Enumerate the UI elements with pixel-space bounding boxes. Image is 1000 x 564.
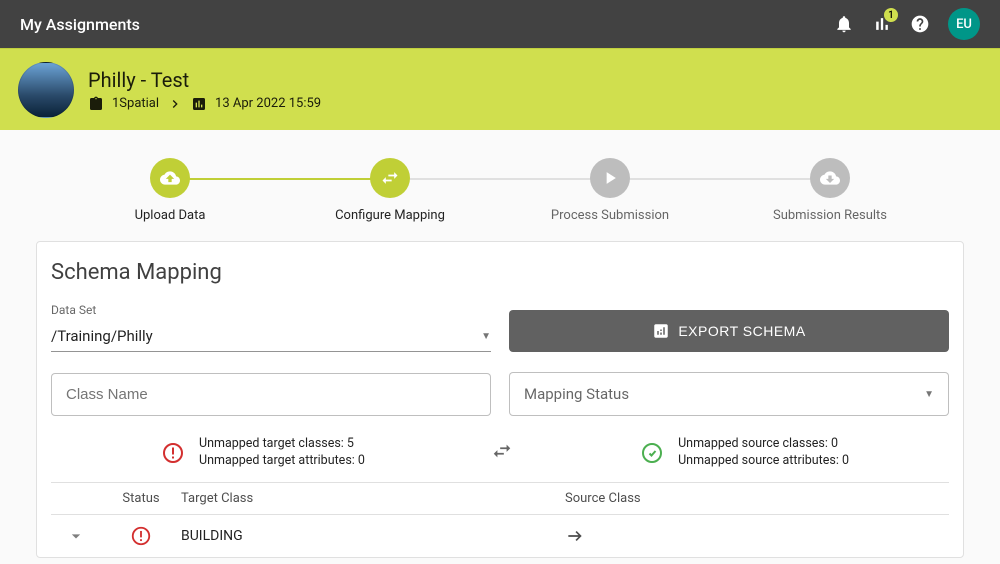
assignment-header: Philly - Test 1Spatial 13 Apr 2022 15:59 — [0, 48, 1000, 130]
col-target: Target Class — [181, 491, 565, 506]
swap-arrows-icon — [491, 440, 513, 466]
arrow-right-icon — [565, 526, 585, 546]
col-status: Status — [101, 491, 181, 506]
schema-mapping-card: Schema Mapping Data Set /Training/Philly… — [36, 241, 964, 558]
chevron-down-icon: ▼ — [924, 389, 934, 400]
assignment-avatar — [18, 62, 74, 118]
step-submission-results[interactable]: Submission Results — [720, 158, 940, 223]
export-icon — [652, 322, 670, 340]
check-circle-icon — [640, 441, 664, 465]
error-icon — [130, 525, 152, 547]
chevron-right-icon — [167, 96, 183, 112]
clipboard-icon — [88, 96, 104, 112]
table-header: Status Target Class Source Class — [51, 482, 949, 515]
toolbar-actions: 1 EU — [834, 8, 980, 40]
mapping-status-select[interactable]: Mapping Status ▼ — [509, 372, 949, 416]
assignment-meta: 1Spatial 13 Apr 2022 15:59 — [88, 96, 321, 112]
page-title: My Assignments — [20, 15, 834, 34]
expand-toggle[interactable] — [51, 526, 101, 546]
swap-icon — [380, 168, 400, 188]
help-icon[interactable] — [910, 14, 930, 34]
stepper: Upload Data Configure Mapping Process Su… — [0, 130, 1000, 241]
assignment-title: Philly - Test — [88, 68, 321, 92]
top-toolbar: My Assignments 1 EU — [0, 0, 1000, 48]
data-set-select[interactable]: /Training/Philly ▼ — [51, 321, 491, 352]
assignment-timestamp: 13 Apr 2022 15:59 — [215, 96, 321, 111]
step-upload-data[interactable]: Upload Data — [60, 158, 280, 223]
card-heading: Schema Mapping — [51, 260, 949, 285]
chart-badge: 1 — [884, 8, 898, 22]
mapping-summary: Unmapped target classes: 5 Unmapped targ… — [51, 436, 949, 470]
data-set-label: Data Set — [51, 303, 491, 317]
assignment-org: 1Spatial — [112, 96, 159, 111]
cloud-download-icon — [820, 168, 840, 188]
bell-icon[interactable] — [834, 14, 854, 34]
table-row[interactable]: BUILDING — [51, 515, 949, 557]
user-avatar[interactable]: EU — [948, 8, 980, 40]
step-process-submission[interactable]: Process Submission — [500, 158, 720, 223]
chevron-down-icon — [66, 526, 86, 546]
class-name-input[interactable] — [51, 373, 491, 416]
step-configure-mapping[interactable]: Configure Mapping — [280, 158, 500, 223]
col-source: Source Class — [565, 491, 949, 506]
error-icon — [161, 441, 185, 465]
row-target: BUILDING — [181, 528, 565, 544]
chart-icon[interactable]: 1 — [872, 14, 892, 34]
chart-small-icon — [191, 96, 207, 112]
export-schema-button[interactable]: EXPORT SCHEMA — [509, 310, 949, 352]
cloud-upload-icon — [160, 168, 180, 188]
chevron-down-icon: ▼ — [481, 331, 491, 342]
play-icon — [600, 168, 620, 188]
